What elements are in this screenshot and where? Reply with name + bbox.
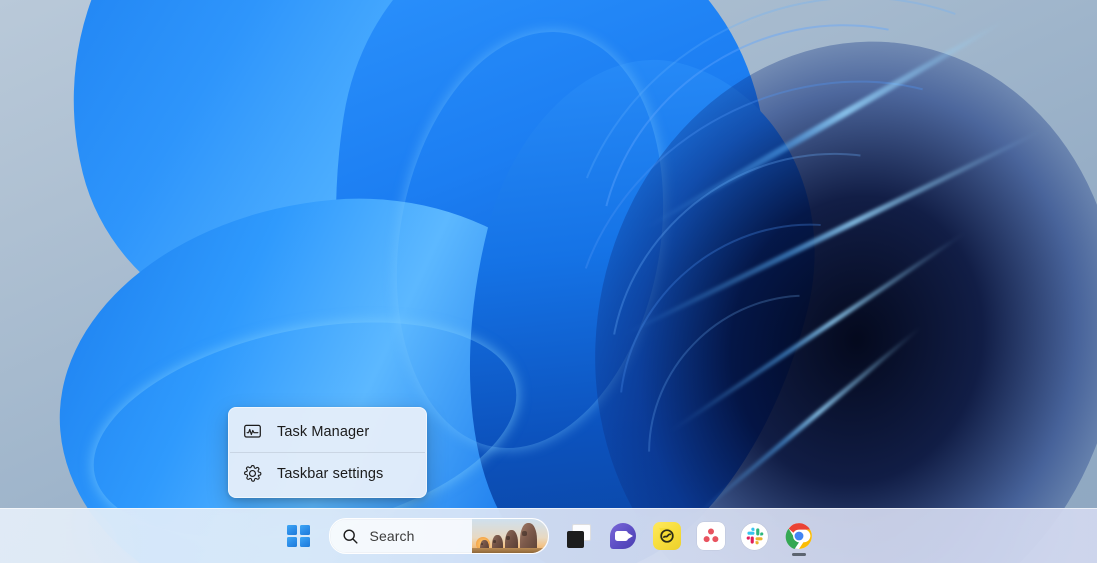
chat-icon — [609, 523, 636, 549]
task-manager-icon — [241, 421, 263, 443]
menu-item-taskbar-settings[interactable]: Taskbar settings — [229, 453, 426, 494]
taskbar: Search — [0, 508, 1097, 563]
menu-item-label: Taskbar settings — [277, 465, 384, 482]
running-indicator — [791, 552, 806, 556]
chrome-icon — [785, 522, 813, 550]
zenhub-icon — [652, 522, 681, 550]
task-view-icon — [566, 524, 591, 548]
taskbar-center-group: Search — [277, 514, 821, 558]
asana-icon — [696, 522, 725, 550]
windows-logo-icon — [287, 524, 310, 548]
zenhub-button[interactable] — [645, 514, 689, 558]
chat-button[interactable] — [601, 514, 645, 558]
menu-item-label: Task Manager — [277, 423, 370, 440]
slack-button[interactable] — [733, 514, 777, 558]
task-view-button[interactable] — [557, 514, 601, 558]
search-placeholder: Search — [369, 528, 415, 544]
search-box[interactable]: Search — [328, 518, 549, 554]
slack-icon — [741, 522, 768, 550]
taskbar-context-menu[interactable]: Task Manager Taskbar settings — [228, 407, 427, 498]
start-button[interactable] — [277, 514, 321, 558]
chrome-button[interactable] — [777, 514, 821, 558]
desktop-screen: Task Manager Taskbar settings Search — [0, 0, 1097, 563]
gear-icon — [241, 463, 263, 485]
moai-statues-thumbnail — [471, 519, 548, 553]
desktop-wallpaper[interactable] — [0, 0, 1097, 563]
menu-item-task-manager[interactable]: Task Manager — [229, 411, 426, 452]
asana-button[interactable] — [689, 514, 733, 558]
search-icon — [342, 528, 360, 545]
